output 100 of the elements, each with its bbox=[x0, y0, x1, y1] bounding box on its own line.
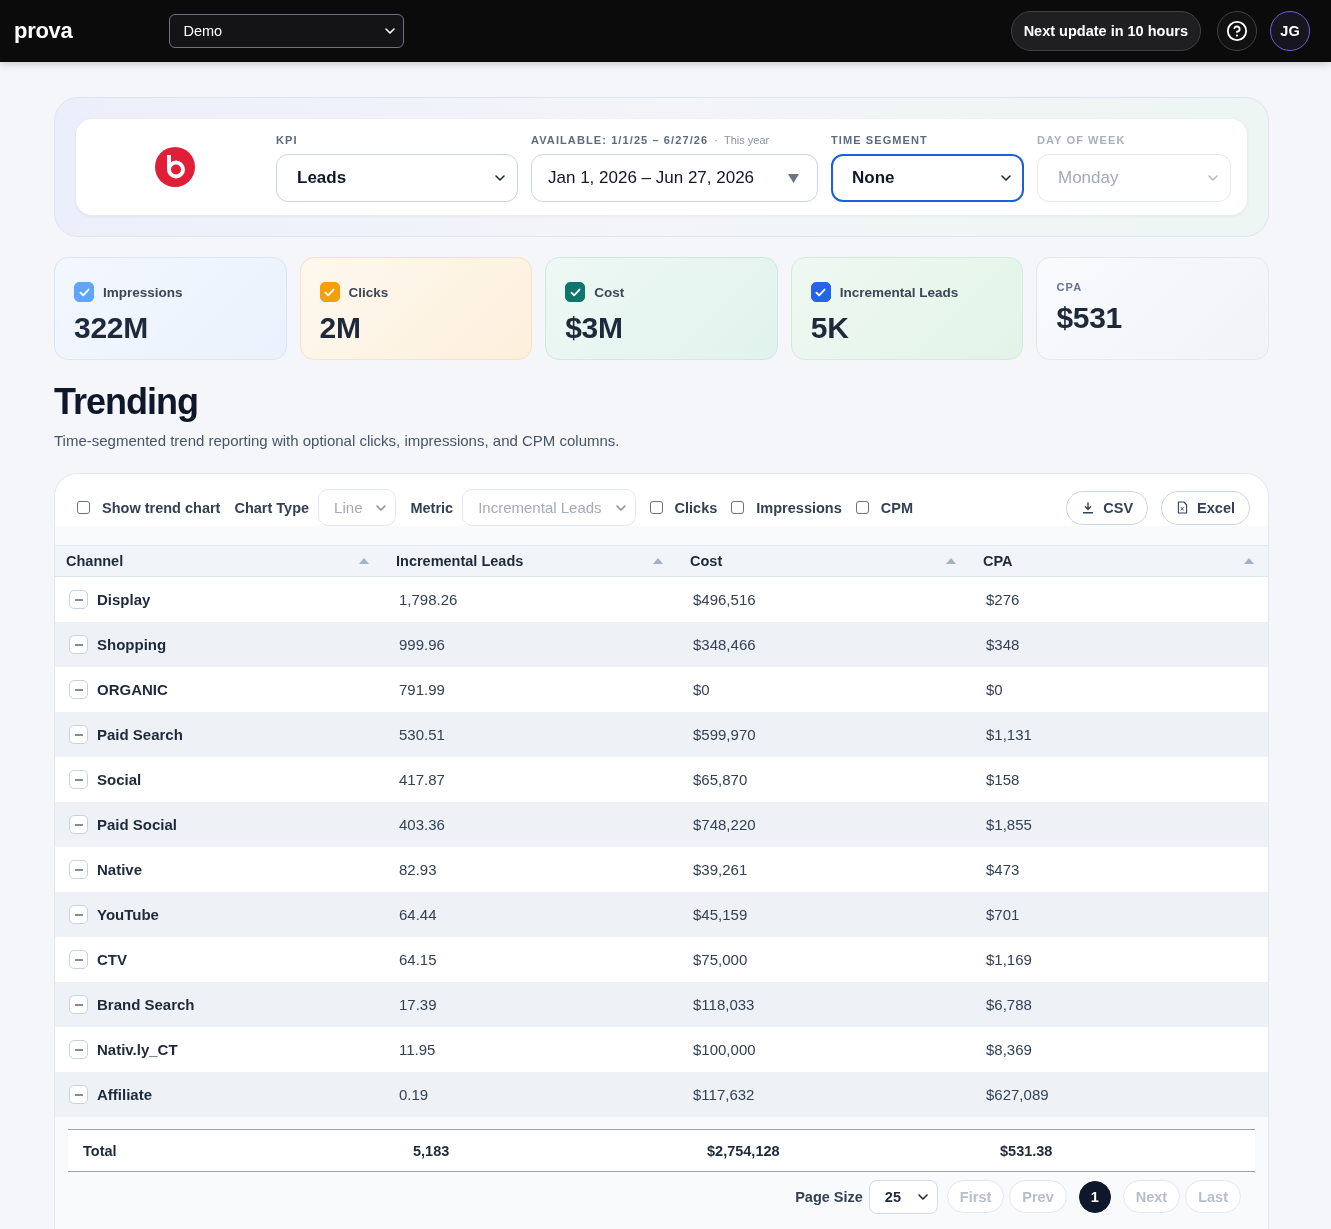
metric-value: 322M bbox=[74, 311, 149, 345]
date-range-picker[interactable]: Jan 1, 2026 – Jun 27, 2026 bbox=[531, 154, 818, 202]
table-row[interactable]: Affiliate 0.19 $117,632 $627,089 bbox=[55, 1072, 1268, 1117]
column-header[interactable]: Cost bbox=[690, 553, 723, 569]
minus-icon bbox=[74, 913, 83, 916]
metric-value: $531 bbox=[1056, 301, 1123, 335]
total-value: $531.38 bbox=[1000, 1142, 1053, 1159]
section-subtitle: Time-segmented trend reporting with optional clicks, impressions, and CPM columns. bbox=[54, 431, 621, 451]
minus-icon bbox=[74, 823, 83, 826]
column-header[interactable]: Channel bbox=[66, 553, 124, 569]
row-toggle[interactable] bbox=[69, 635, 88, 654]
minus-icon bbox=[74, 598, 83, 601]
table-cell: 82.93 bbox=[399, 861, 437, 878]
minus-icon bbox=[74, 1093, 83, 1096]
sort-arrow-icon bbox=[1244, 558, 1254, 564]
table-cell: $45,159 bbox=[693, 906, 748, 923]
metric-checkbox[interactable] bbox=[319, 282, 340, 302]
table-cell: 11.95 bbox=[399, 1041, 436, 1058]
column-header[interactable]: Incremental Leads bbox=[396, 553, 524, 569]
table-cell: $6,788 bbox=[986, 996, 1032, 1013]
table-cell: 417.87 bbox=[399, 771, 445, 788]
table-cell: $348,466 bbox=[693, 636, 756, 653]
row-toggle[interactable] bbox=[69, 725, 88, 744]
page-number-button[interactable]: 1 bbox=[1078, 1180, 1111, 1213]
checkbox[interactable] bbox=[649, 501, 663, 514]
minus-icon bbox=[74, 868, 83, 871]
user-avatar[interactable]: JG bbox=[1270, 11, 1310, 51]
sort-arrow-icon bbox=[653, 558, 663, 564]
chevron-down-icon bbox=[1001, 175, 1011, 181]
page-size-select[interactable]: 25 bbox=[868, 1179, 938, 1214]
row-toggle[interactable] bbox=[69, 770, 88, 789]
row-toggle[interactable] bbox=[69, 995, 88, 1014]
separator-dot: · bbox=[714, 134, 718, 146]
chevron-down-icon bbox=[376, 504, 387, 511]
checkmark-icon bbox=[569, 287, 581, 297]
export-button[interactable]: CSV bbox=[1066, 490, 1149, 525]
checkbox-label: Impressions bbox=[756, 499, 842, 516]
checkbox[interactable] bbox=[77, 501, 90, 514]
row-toggle[interactable] bbox=[69, 815, 88, 834]
table-cell: 17.39 bbox=[399, 996, 437, 1013]
workspace-select[interactable]: Demo bbox=[169, 14, 405, 48]
row-toggle[interactable] bbox=[69, 860, 88, 879]
table-row[interactable]: Paid Search 530.51 $599,970 $1,131 bbox=[55, 712, 1268, 757]
metric-value: 5K bbox=[810, 311, 850, 345]
spreadsheet-file-icon bbox=[1177, 501, 1189, 514]
table-row[interactable]: Paid Social 403.36 $748,220 $1,855 bbox=[55, 802, 1268, 847]
metric-checkbox[interactable] bbox=[810, 282, 831, 302]
table-cell: 64.44 bbox=[399, 906, 437, 923]
table-cell: $100,000 bbox=[693, 1041, 756, 1058]
row-toggle[interactable] bbox=[69, 1085, 88, 1104]
checkbox[interactable] bbox=[855, 501, 869, 514]
table-row[interactable]: Social 417.87 $65,870 $158 bbox=[55, 757, 1268, 802]
table-row[interactable]: CTV 64.15 $75,000 $1,169 bbox=[55, 937, 1268, 982]
table-row[interactable]: Shopping 999.96 $348,466 $348 bbox=[55, 622, 1268, 667]
minus-icon bbox=[74, 1003, 83, 1006]
checkbox[interactable] bbox=[731, 501, 745, 514]
minus-icon bbox=[74, 688, 83, 691]
channel-name: Paid Social bbox=[97, 816, 178, 833]
table-row[interactable]: Native 82.93 $39,261 $473 bbox=[55, 847, 1268, 892]
logo-icon bbox=[155, 147, 195, 187]
help-icon bbox=[1226, 20, 1248, 42]
column-header[interactable]: CPA bbox=[983, 553, 1013, 569]
table-cell: 999.96 bbox=[399, 636, 445, 653]
chevron-down-icon bbox=[917, 1193, 928, 1200]
table-row[interactable]: Display 1,798.26 $496,516 $276 bbox=[55, 577, 1268, 622]
checkmark-icon bbox=[815, 287, 827, 297]
table-cell: $1,131 bbox=[986, 726, 1032, 743]
table-row[interactable]: YouTube 64.44 $45,159 $701 bbox=[55, 892, 1268, 937]
channel-name: CTV bbox=[97, 951, 127, 968]
table-row[interactable]: ORGANIC 791.99 $0 $0 bbox=[55, 667, 1268, 712]
metric-checkbox[interactable] bbox=[565, 282, 586, 302]
table-cell: $1,169 bbox=[986, 951, 1032, 968]
channel-name: Shopping bbox=[97, 636, 167, 653]
row-toggle[interactable] bbox=[69, 950, 88, 969]
row-toggle[interactable] bbox=[69, 905, 88, 924]
help-button[interactable] bbox=[1217, 11, 1257, 51]
table-cell: $473 bbox=[986, 861, 1020, 878]
metric-label: Impressions bbox=[103, 284, 183, 300]
page-size-label: Page Size bbox=[795, 1188, 863, 1205]
channel-name: Affiliate bbox=[97, 1086, 152, 1103]
table-row[interactable]: Brand Search 17.39 $118,033 $6,788 bbox=[55, 982, 1268, 1027]
metric-checkbox[interactable] bbox=[74, 282, 94, 302]
select-label: Metric bbox=[410, 499, 454, 516]
table-cell: $276 bbox=[986, 591, 1020, 608]
row-toggle[interactable] bbox=[69, 590, 88, 609]
export-button[interactable]: Excel bbox=[1161, 490, 1250, 525]
dropdown-select[interactable]: None bbox=[831, 154, 1024, 202]
field-label: DAY OF WEEK bbox=[1037, 133, 1126, 147]
metric-value: $3M bbox=[565, 311, 624, 345]
table-cell: $1,855 bbox=[986, 816, 1032, 833]
app-logo[interactable]: prova bbox=[14, 18, 73, 44]
table-cell: $0 bbox=[693, 681, 710, 698]
table-cell: $748,220 bbox=[693, 816, 756, 833]
row-toggle[interactable] bbox=[69, 1040, 88, 1059]
checkmark-icon bbox=[78, 287, 90, 297]
table-row[interactable]: Nativ.ly_CT 11.95 $100,000 $8,369 bbox=[55, 1027, 1268, 1072]
row-toggle[interactable] bbox=[69, 680, 88, 699]
metric-label: CPA bbox=[1056, 281, 1083, 293]
dropdown-select[interactable]: Leads bbox=[276, 154, 518, 202]
checkbox-label: Show trend chart bbox=[102, 499, 221, 516]
